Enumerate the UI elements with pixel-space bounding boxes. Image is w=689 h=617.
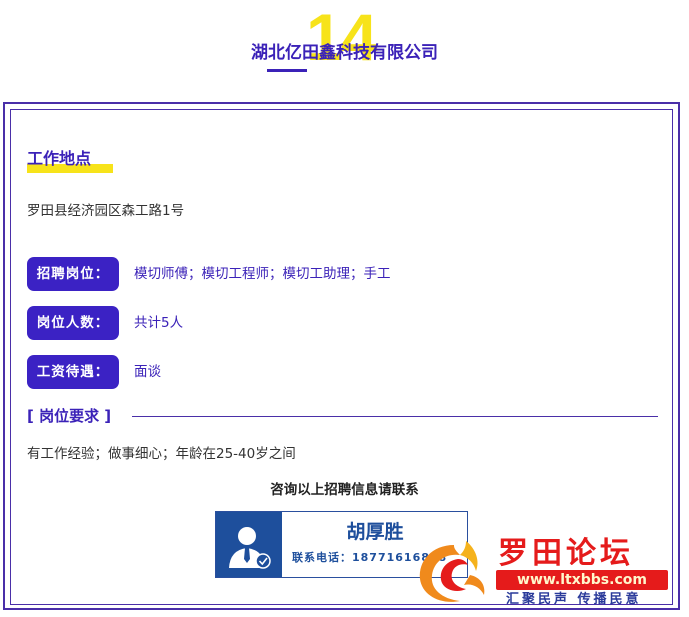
phoenix-emblem-icon: [419, 541, 485, 602]
header: 14 湖北亿田鑫科技有限公司: [0, 0, 689, 90]
work-address: 罗田县经济园区森工路1号: [27, 203, 185, 219]
person-icon: [229, 527, 271, 569]
avatar: [216, 512, 282, 577]
watermark-url: www.ltxbbs.com: [496, 570, 668, 590]
site-watermark-logo: 罗田论坛 www.ltxbbs.com 汇聚民声 传播民意: [410, 535, 675, 610]
watermark-title: 罗田论坛: [498, 536, 634, 571]
work-location-heading: 工作地点: [27, 148, 117, 174]
title-underline: [267, 69, 307, 72]
contact-prompt: 咨询以上招聘信息请联系: [270, 482, 419, 498]
work-location-title: 工作地点: [27, 149, 92, 168]
position-value: 模切师傅；模切工程师；模切工助理；手工: [134, 266, 391, 282]
salary-value: 面谈: [134, 364, 161, 380]
company-name: 湖北亿田鑫科技有限公司: [251, 43, 438, 63]
requirements-title: [ 岗位要求 ]: [27, 407, 112, 425]
watermark-slogan: 汇聚民声 传播民意: [506, 592, 642, 607]
salary-label-pill: 工资待遇：: [27, 355, 119, 389]
requirements-text: 有工作经验；做事细心；年龄在25-40岁之间: [27, 446, 296, 462]
headcount-value: 共计5人: [134, 315, 184, 331]
position-label-pill: 招聘岗位：: [27, 257, 119, 291]
requirements-divider: [132, 416, 658, 417]
headcount-label-pill: 岗位人数：: [27, 306, 119, 340]
